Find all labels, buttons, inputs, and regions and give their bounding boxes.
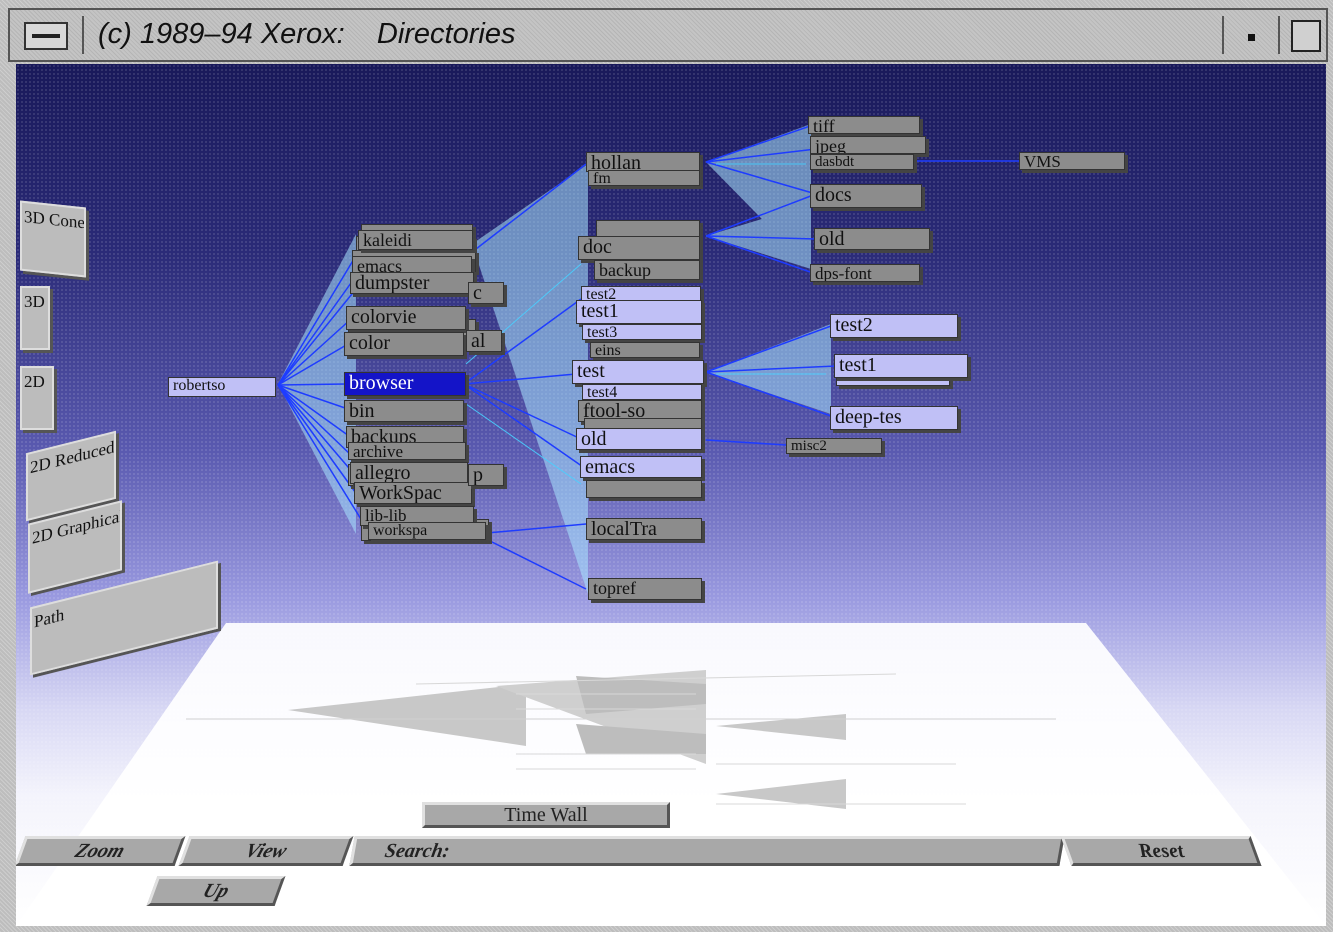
up-button[interactable]: Up (146, 876, 286, 906)
tree-node-backup[interactable]: backup (594, 260, 700, 280)
view-tab-2d[interactable]: 2D (20, 366, 54, 430)
tree-node-jpeg[interactable]: jpeg (810, 136, 926, 154)
window-menu-button[interactable] (24, 22, 68, 50)
tree-node-partial[interactable]: p (468, 464, 504, 486)
tree-node-partial[interactable]: c (468, 282, 504, 304)
tree-node-misc2[interactable]: misc2 (786, 438, 882, 454)
tree-node-old[interactable]: old (576, 428, 702, 450)
time-wall-button[interactable]: Time Wall (422, 802, 670, 828)
minimize-button[interactable] (1238, 22, 1266, 50)
tree-node-tiff[interactable]: tiff (808, 116, 920, 134)
tree-node-workspa[interactable]: workspa (368, 522, 486, 540)
title-bar: (c) 1989–94 Xerox: Directories (8, 8, 1328, 62)
tree-node-dasbdt[interactable]: dasbdt (810, 154, 914, 170)
tree-node-vms[interactable]: VMS (1019, 152, 1125, 170)
tree-node-workspac[interactable]: WorkSpac (354, 482, 472, 504)
view-tab-3d-cone[interactable]: 3D Cone (20, 200, 86, 278)
tree-node[interactable] (586, 480, 702, 498)
tree-node-browser[interactable]: browser (344, 372, 466, 396)
title-separator (1278, 16, 1280, 54)
tree-node-root[interactable]: robertso (168, 377, 276, 397)
tree-node-deep-tes[interactable]: deep-tes (830, 406, 958, 430)
search-field[interactable]: Search: (349, 836, 1065, 866)
zoom-button[interactable]: Zoom (16, 836, 186, 866)
maximize-button[interactable] (1291, 20, 1321, 52)
tree-node-colorvie[interactable]: colorvie (346, 306, 466, 330)
tree-node-fm[interactable]: fm (588, 170, 700, 186)
tree-node-kaleidi[interactable]: kaleidi (358, 230, 473, 250)
tree-node-test4[interactable]: test4 (582, 384, 702, 400)
window-title: (c) 1989–94 Xerox: Directories (98, 18, 516, 50)
tree-node-test2[interactable]: test2 (830, 314, 958, 338)
tree-node-eins[interactable]: eins (590, 342, 700, 358)
tree-node-old[interactable]: old (814, 228, 930, 250)
tree-node-docs[interactable]: docs (810, 184, 922, 208)
tree-node-bin[interactable]: bin (344, 400, 464, 422)
tree-node-doc[interactable]: doc (578, 236, 700, 260)
tree-node-archive[interactable]: archive (348, 442, 466, 460)
reset-button[interactable]: Reset (1060, 836, 1262, 866)
tree-node-test1[interactable]: test1 (834, 354, 968, 378)
tree-node-emacs[interactable]: emacs (580, 456, 702, 478)
tree-node-test3[interactable]: test3 (582, 324, 702, 340)
tree-node-dps-font[interactable]: dps-font (810, 264, 920, 282)
tree-node-partial[interactable]: al (466, 330, 502, 352)
title-separator (82, 16, 84, 54)
tree-node-dumpster[interactable]: dumpster (350, 272, 474, 294)
tree-node-test[interactable]: test (572, 360, 704, 384)
tree-node-allegro[interactable]: allegro (350, 462, 468, 484)
view-tab-3d[interactable]: 3D (20, 286, 50, 350)
tree-node-topref[interactable]: topref (588, 578, 702, 600)
tree-node-localtra[interactable]: localTra (586, 518, 702, 540)
title-separator (1222, 16, 1224, 54)
cone-tree-viewport[interactable]: 3D Cone 3D 2D 2D Reduced 2D Graphical Pa… (16, 64, 1326, 926)
tree-node-color[interactable]: color (344, 332, 464, 356)
tree-node-test1[interactable]: test1 (576, 300, 702, 324)
tree-node-hollan[interactable]: hollan (586, 152, 700, 172)
view-button[interactable]: View (178, 836, 354, 866)
app-window: (c) 1989–94 Xerox: Directories 3D Cone 3… (0, 0, 1333, 932)
